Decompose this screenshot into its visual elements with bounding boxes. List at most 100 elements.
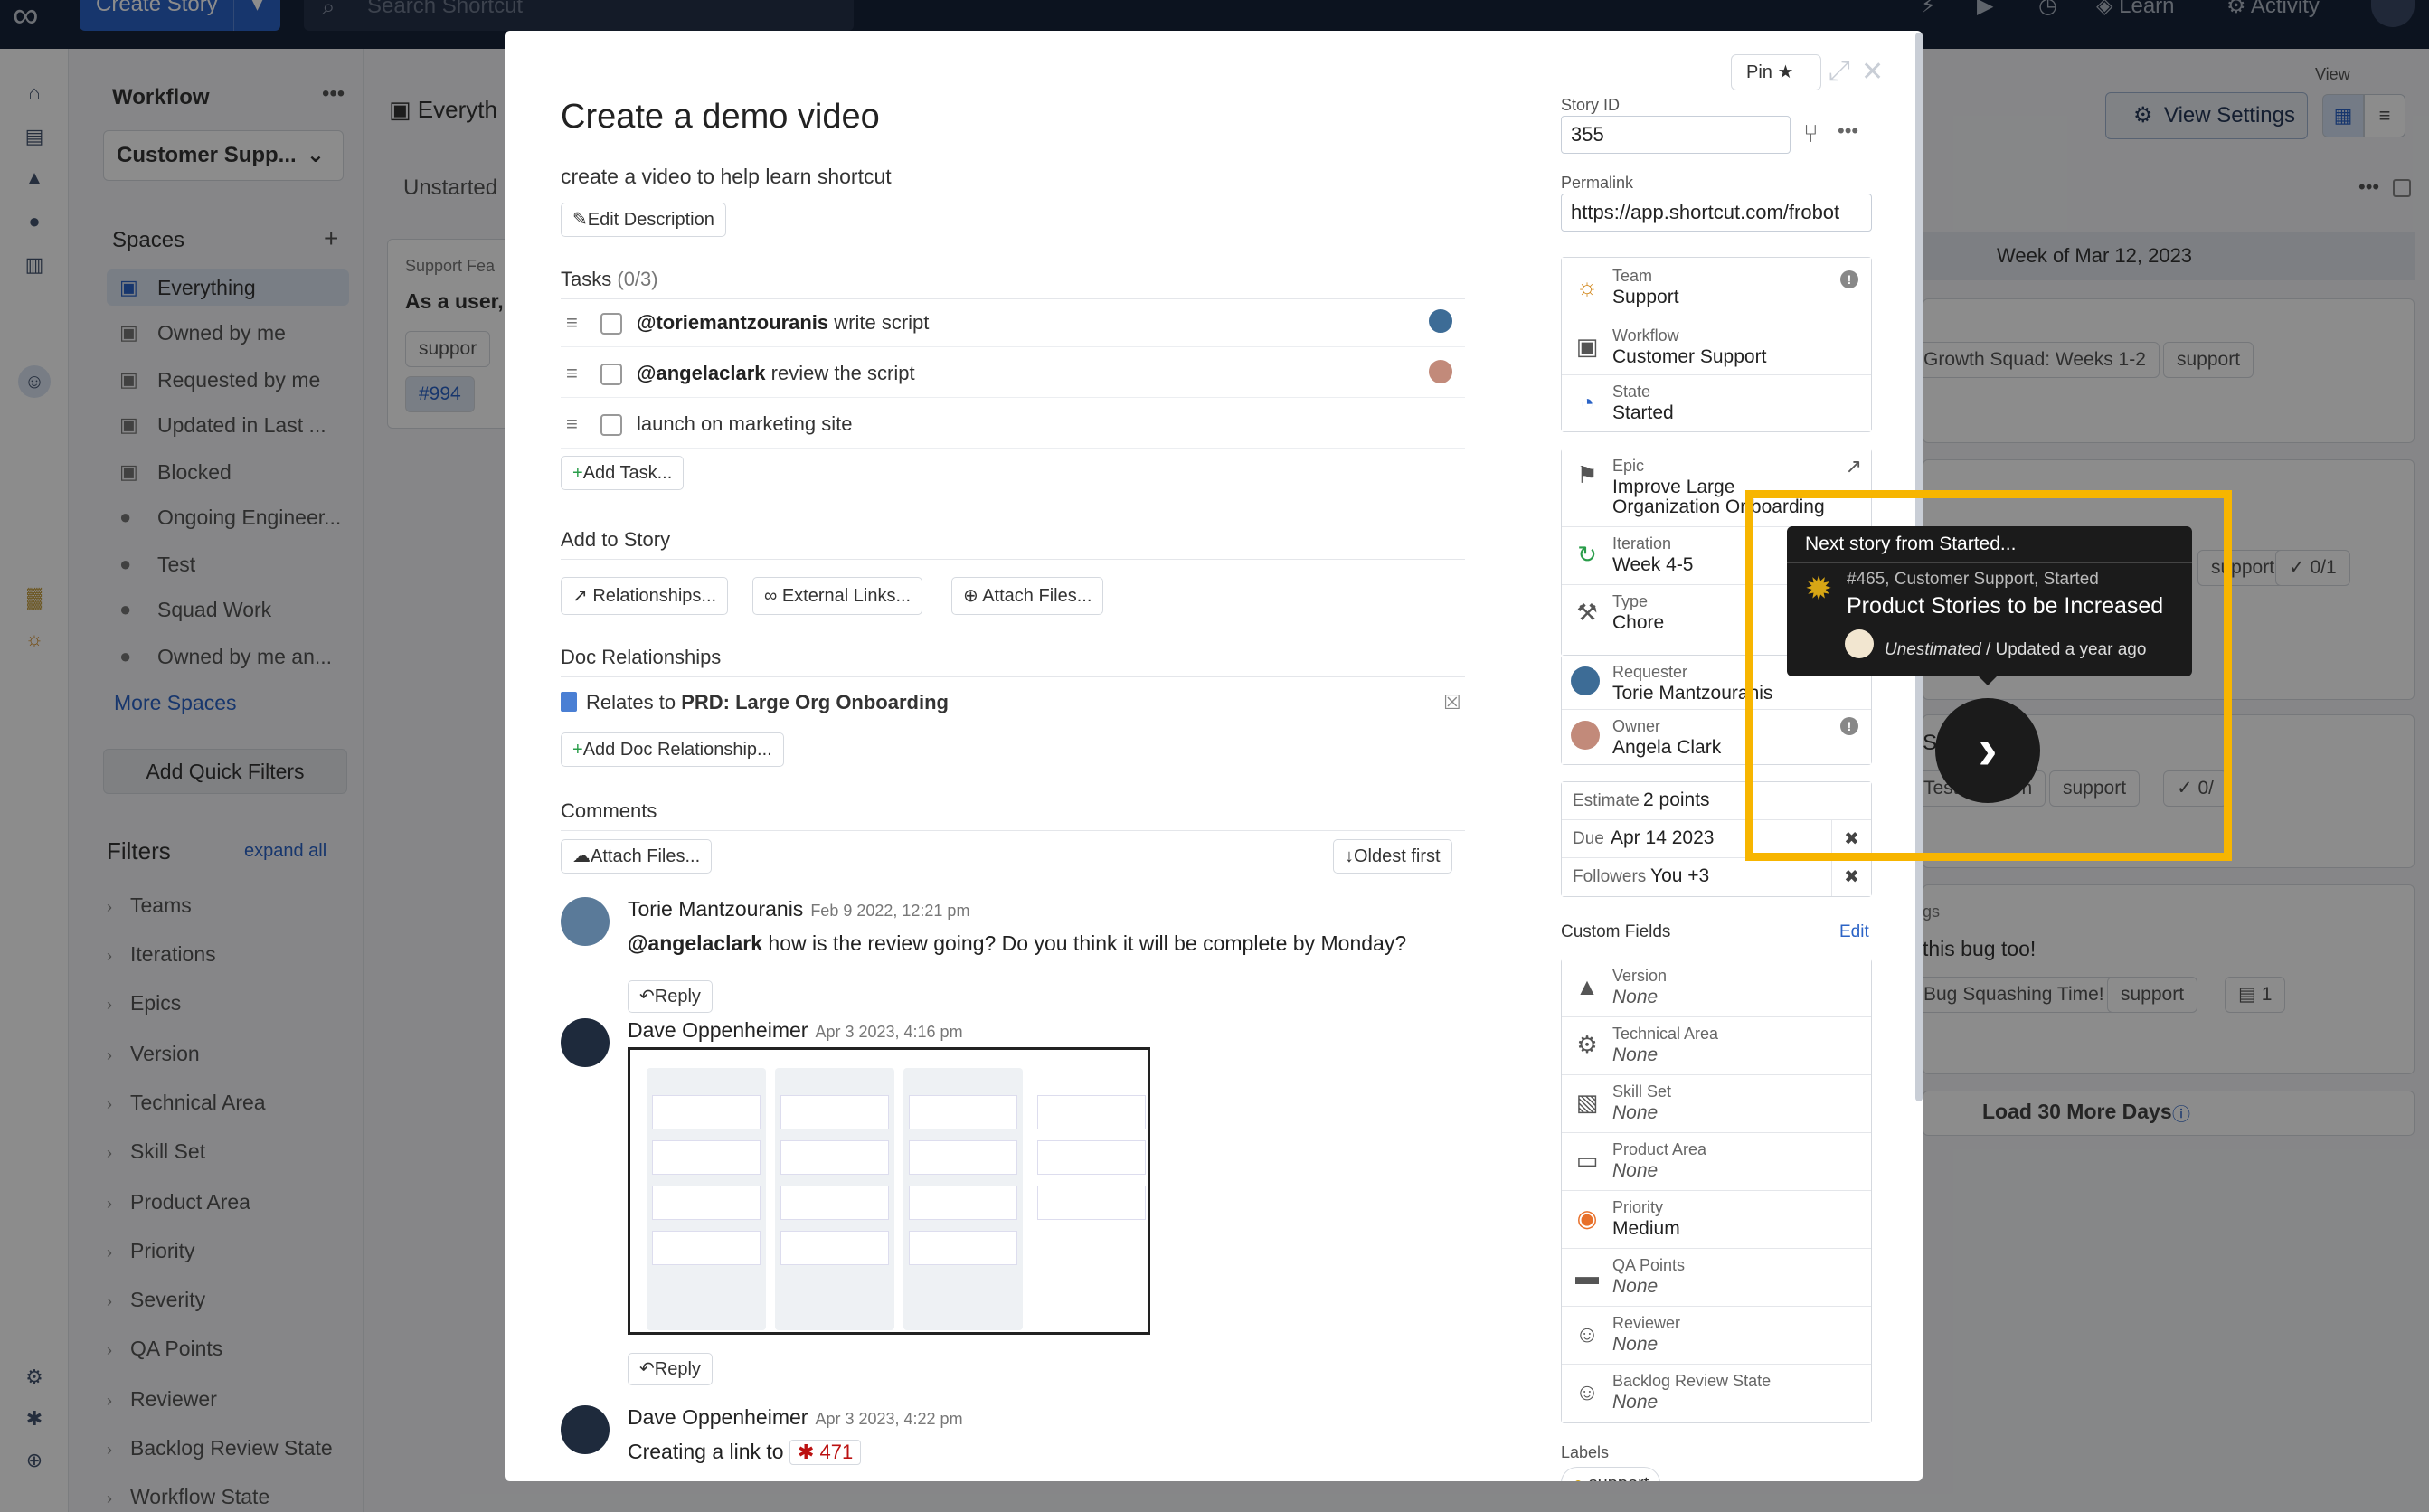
comment-date[interactable]: Feb 9 2022, 12:21 pm: [810, 902, 969, 920]
story-title[interactable]: Create a demo video: [561, 98, 880, 137]
task-checkbox[interactable]: [600, 313, 622, 335]
external-link-icon[interactable]: ↗: [1846, 455, 1862, 478]
task-mention[interactable]: @toriemantzouranis: [637, 311, 828, 334]
divider: [561, 559, 1465, 560]
comments-attach-files-button[interactable]: ☁Attach Files...: [561, 839, 713, 874]
label-chip[interactable]: ● support: [1561, 1467, 1661, 1481]
attach-files-button[interactable]: ⊕ Attach Files...: [951, 577, 1104, 615]
reply-button[interactable]: ↶Reply: [628, 1353, 713, 1385]
story-link-label: 471: [819, 1441, 854, 1463]
reply-icon: ↶: [639, 987, 655, 1006]
task-owner-avatar[interactable]: [1427, 307, 1454, 335]
custom-field-label: Version: [1612, 967, 1668, 985]
expand-icon[interactable]: ⤢: [1829, 56, 1850, 87]
story-link-chip[interactable]: ✱ 471: [789, 1440, 862, 1465]
followers-value: You +3: [1650, 865, 1710, 886]
tasks-heading: Tasks (0/3): [561, 268, 658, 291]
avatar[interactable]: [561, 897, 610, 946]
priority-icon: ◉: [1576, 1205, 1598, 1232]
labels-heading: Labels: [1561, 1443, 1610, 1461]
add-doc-relationship-button[interactable]: +Add Doc Relationship...: [561, 732, 784, 767]
custom-field-priority[interactable]: ◉ Priority Medium: [1562, 1191, 1871, 1249]
doc-relationship-row[interactable]: Relates to PRD: Large Org Onboarding: [561, 691, 949, 714]
custom-field-reviewer[interactable]: ☺ Reviewer None: [1562, 1307, 1871, 1365]
story-id-field[interactable]: 355: [1561, 116, 1791, 154]
custom-field-label: Priority: [1612, 1198, 1664, 1216]
comment-text: how is the review going? Do you think it…: [762, 931, 1407, 955]
task-row[interactable]: ≡ launch on marketing site: [561, 400, 1465, 449]
story-dialog: Pin ★ ⤢ ✕ Create a demo video create a v…: [505, 31, 1923, 1481]
clear-followers-icon[interactable]: ✖: [1831, 858, 1871, 896]
team-sun-icon: ✹: [1805, 570, 1833, 607]
edit-description-button[interactable]: ✎Edit Description: [561, 203, 726, 237]
relationship-icon: ↗: [572, 586, 593, 606]
custom-field-version[interactable]: ▲ Version None: [1562, 959, 1871, 1017]
workflow-field[interactable]: ▣ Workflow Customer Support: [1562, 317, 1871, 375]
link-icon: ∞: [764, 586, 782, 606]
attach-files-label: Attach Files...: [982, 586, 1092, 606]
state-field[interactable]: ◔ State Started: [1562, 375, 1871, 431]
task-mention[interactable]: @angelaclark: [637, 362, 766, 384]
oldest-first-button[interactable]: ↓Oldest first: [1333, 839, 1452, 874]
pin-label: Pin: [1746, 62, 1772, 82]
add-task-button[interactable]: +Add Task...: [561, 456, 685, 490]
relationships-button[interactable]: ↗ Relationships...: [561, 577, 729, 615]
custom-fields-group: ▲ Version None ⚙ Technical Area None ▧ Skill …: [1561, 959, 1872, 1423]
pin-button[interactable]: Pin ★: [1731, 54, 1821, 90]
task-row[interactable]: ≡ @angelaclark review the script: [561, 349, 1465, 398]
reply-label: Reply: [654, 1359, 701, 1379]
avatar: [1845, 629, 1874, 658]
avatar[interactable]: [561, 1018, 610, 1067]
cloud-upload-icon: ☁: [572, 846, 591, 866]
custom-field-technical-area[interactable]: ⚙ Technical Area None: [1562, 1017, 1871, 1075]
custom-field-qa-points[interactable]: ▬ QA Points None: [1562, 1249, 1871, 1307]
comment-author: Dave Oppenheimer Apr 3 2023, 4:16 pm: [628, 1018, 963, 1043]
comment-author-name[interactable]: Dave Oppenheimer: [628, 1405, 808, 1429]
more-icon[interactable]: •••: [1838, 119, 1858, 143]
followers-field[interactable]: Followers You +3 ✖: [1562, 858, 1871, 896]
task-owner-avatar[interactable]: [1427, 358, 1454, 385]
chevron-right-icon: ›: [1978, 716, 1998, 781]
drag-handle-icon[interactable]: ≡: [566, 311, 578, 335]
git-branch-icon[interactable]: ⑂: [1803, 119, 1819, 148]
plus-icon: +: [572, 463, 583, 483]
team-field[interactable]: ☼ Team Support !: [1562, 258, 1871, 317]
attached-screenshot[interactable]: [628, 1047, 1150, 1335]
comment-date[interactable]: Apr 3 2023, 4:16 pm: [815, 1023, 962, 1041]
state-label: State: [1612, 383, 1651, 401]
doc-link[interactable]: PRD: Large Org Onboarding: [681, 691, 949, 713]
drag-handle-icon[interactable]: ≡: [566, 412, 578, 436]
trash-icon[interactable]: ☒: [1443, 691, 1461, 714]
task-checkbox[interactable]: [600, 364, 622, 385]
avatar[interactable]: [561, 1405, 610, 1454]
comment-body: Creating a link to ✱ 471: [628, 1440, 862, 1465]
comment-author-name[interactable]: Torie Mantzouranis: [628, 897, 803, 921]
pin-icon: ★: [1777, 62, 1794, 82]
type-label: Type: [1612, 592, 1649, 610]
task-row[interactable]: ≡ @toriemantzouranis write script: [561, 298, 1465, 347]
task-label: launch on marketing site: [637, 412, 853, 435]
comment-mention[interactable]: @angelaclark: [628, 931, 762, 955]
task-text[interactable]: @toriemantzouranis write script: [637, 311, 929, 335]
custom-field-skill-set[interactable]: ▧ Skill Set None: [1562, 1075, 1871, 1133]
story-description[interactable]: create a video to help learn shortcut: [561, 165, 892, 189]
task-text[interactable]: launch on marketing site: [637, 412, 852, 436]
tooltip-arrow: [1977, 675, 1999, 685]
comment-date[interactable]: Apr 3 2023, 4:22 pm: [815, 1410, 962, 1428]
custom-field-backlog-review-state[interactable]: ☺ Backlog Review State None: [1562, 1365, 1871, 1422]
task-checkbox[interactable]: [600, 414, 622, 436]
comment-author-name[interactable]: Dave Oppenheimer: [628, 1018, 808, 1042]
custom-field-product-area[interactable]: ▭ Product Area None: [1562, 1133, 1871, 1191]
permalink-field[interactable]: https://app.shortcut.com/frobot: [1561, 194, 1872, 232]
folder-icon: ▬: [1575, 1262, 1599, 1290]
next-story-button[interactable]: ›: [1935, 698, 2040, 803]
team-avatar-icon: ☼: [1576, 273, 1598, 300]
reply-button[interactable]: ↶Reply: [628, 980, 713, 1013]
custom-fields-edit-link[interactable]: Edit: [1839, 922, 1869, 942]
task-text[interactable]: @angelaclark review the script: [637, 362, 915, 385]
tooltip-footer: Unestimated / Updated a year ago: [1885, 640, 2146, 660]
external-links-button[interactable]: ∞ External Links...: [752, 577, 923, 615]
close-icon[interactable]: ✕: [1861, 56, 1884, 88]
add-task-label: Add Task...: [582, 463, 673, 483]
drag-handle-icon[interactable]: ≡: [566, 362, 578, 385]
